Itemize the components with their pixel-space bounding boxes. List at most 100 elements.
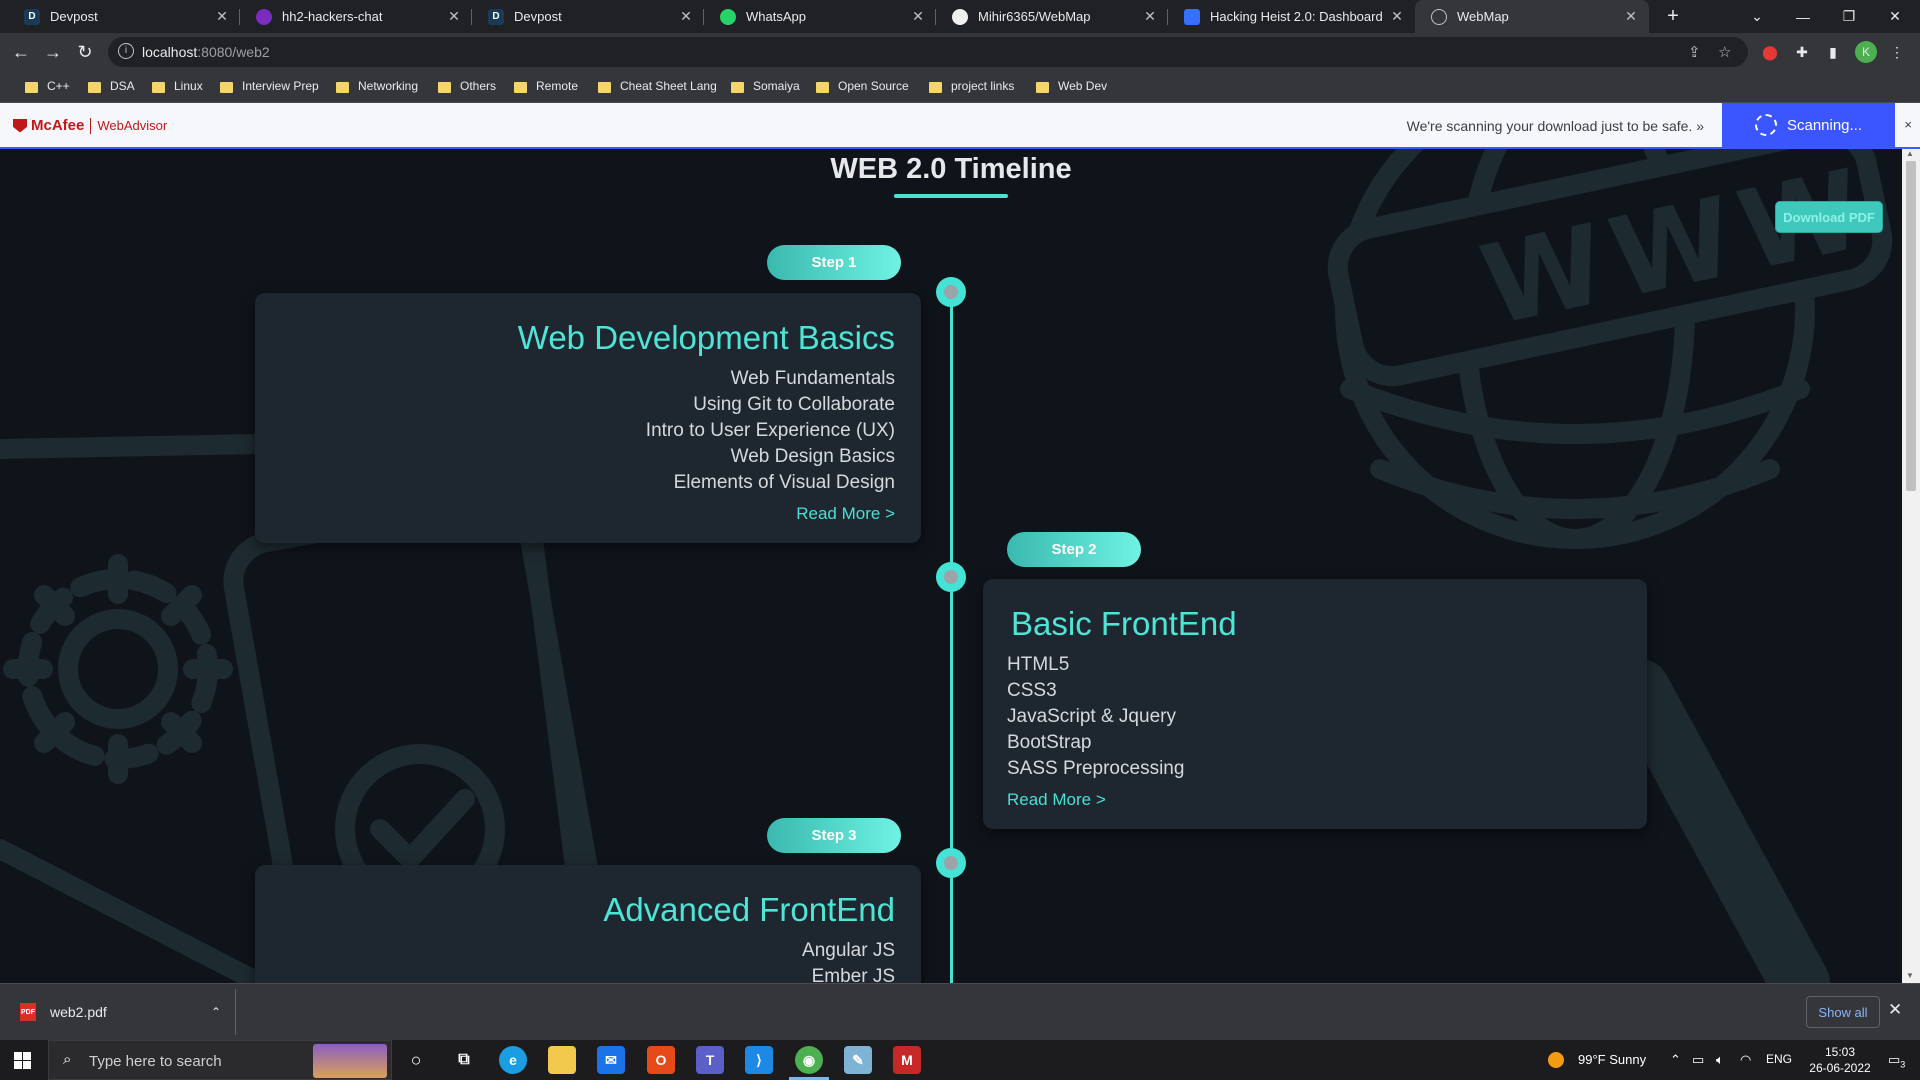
close-mcafee-bar-icon[interactable]: × [1904,117,1912,132]
bookmark-others[interactable]: Others [438,79,496,93]
close-tab-icon[interactable]: ✕ [906,8,930,25]
bookmark-cheat-sheet-lang[interactable]: Cheat Sheet Lang [598,79,717,93]
restore-icon[interactable]: ❐ [1826,0,1872,33]
tab-label: WebMap [1457,9,1509,24]
close-window-icon[interactable]: ✕ [1872,0,1918,33]
page-scrollbar[interactable]: ▲ ▼ [1902,149,1920,983]
bookmark-web-dev[interactable]: Web Dev [1036,79,1107,93]
bookmark-somaiya[interactable]: Somaiya [731,79,800,93]
close-tab-icon[interactable]: ✕ [674,8,698,25]
close-download-shelf-icon[interactable]: ✕ [1888,1000,1902,1020]
folder-icon [816,81,829,93]
tab-github-webmap[interactable]: Mihir6365/WebMap ✕ [936,0,1168,33]
read-more-link[interactable]: Read More > [796,504,895,524]
scan-message-link[interactable]: We're scanning your download just to be … [1407,118,1704,134]
close-tab-icon[interactable]: ✕ [442,8,466,25]
tab-whatsapp[interactable]: WhatsApp ✕ [704,0,936,33]
step-1-pill: Step 1 [767,245,901,280]
tab-hh2-hackers-chat[interactable]: hh2-hackers-chat ✕ [240,0,472,33]
mcafee-extension-icon[interactable]: ⬤ [1759,41,1781,63]
office-icon[interactable]: O [647,1046,675,1074]
clock[interactable]: 15:03 26-06-2022 [1800,1044,1880,1076]
task-view-icon[interactable]: ⧉ [450,1046,478,1074]
close-tab-icon[interactable]: ✕ [210,8,234,25]
step-3-pill: Step 3 [767,818,901,853]
notifications-icon[interactable]: ▭3 [1888,1052,1905,1070]
pdf-file-icon: PDF [20,1003,36,1021]
address-bar[interactable]: i localhost:8080/web2 ⇪ ☆ [108,37,1748,67]
search-highlight-image [313,1044,387,1078]
scroll-down-icon[interactable]: ▼ [1906,971,1914,980]
mcafee-webadvisor-bar: McAfee WebAdvisor We're scanning your do… [0,103,1920,149]
show-hidden-icons-icon[interactable]: ⌃ [1670,1052,1681,1068]
menu-kebab-icon[interactable]: ⋮ [1886,41,1908,63]
scrollbar-thumb[interactable] [1906,161,1916,491]
close-tab-icon[interactable]: ✕ [1385,8,1409,25]
scroll-up-icon[interactable]: ▲ [1906,149,1914,158]
tab-devpost-1[interactable]: D Devpost ✕ [8,0,240,33]
download-item-web2-pdf[interactable]: PDF web2.pdf ⌃ [6,989,236,1035]
cortana-icon[interactable]: ○ [402,1046,430,1074]
list-item: JavaScript & Jquery [1007,706,1176,727]
volume-icon[interactable]: 🔈︎ [1716,1052,1724,1068]
wifi-icon[interactable]: ◠ [1740,1052,1751,1068]
tab-webmap-active[interactable]: WebMap ✕ [1415,0,1649,33]
file-explorer-icon[interactable] [548,1046,576,1074]
site-info-icon[interactable]: i [118,43,134,59]
step-2-pill: Step 2 [1007,532,1141,567]
list-item: Intro to User Experience (UX) [645,420,895,441]
windows-start-icon[interactable] [14,1052,31,1069]
reload-icon[interactable]: ↻ [71,38,99,66]
tab-label: Hacking Heist 2.0: Dashboard | D [1210,9,1385,24]
close-tab-icon[interactable]: ✕ [1619,8,1643,25]
battery-icon[interactable]: ▭ [1692,1052,1704,1068]
vscode-icon[interactable]: ⟩ [745,1046,773,1074]
bookmark-dsa[interactable]: DSA [88,79,135,93]
folder-icon [336,81,349,93]
scanning-status: Scanning... [1722,103,1895,147]
extensions-puzzle-icon[interactable]: ✚ [1791,41,1813,63]
list-item: Ember JS [811,966,895,983]
bookmark-remote[interactable]: Remote [514,79,578,93]
show-all-downloads-button[interactable]: Show all [1806,996,1880,1028]
language-indicator[interactable]: ENG [1766,1052,1792,1066]
download-pdf-button[interactable]: Download PDF [1776,202,1882,232]
minimize-icon[interactable]: — [1780,0,1826,33]
tab-hacking-heist[interactable]: Hacking Heist 2.0: Dashboard | D ✕ [1168,0,1415,33]
profile-avatar[interactable]: K [1855,41,1877,63]
folder-icon [514,81,527,93]
read-more-link[interactable]: Read More > [1007,790,1106,810]
mail-icon[interactable]: ✉ [597,1046,625,1074]
page-title: WEB 2.0 Timeline [830,153,1072,185]
topic-list: Angular JS Ember JS [802,938,895,983]
edge-icon[interactable]: e [499,1046,527,1074]
close-tab-icon[interactable]: ✕ [1138,8,1162,25]
topic-list: Web Fundamentals Using Git to Collaborat… [646,366,895,496]
url-text[interactable]: localhost:8080/web2 [142,44,270,60]
weather-text[interactable]: 99°F Sunny [1578,1052,1646,1067]
share-icon[interactable]: ⇪ [1688,43,1701,61]
tab-label: Devpost [514,9,562,24]
bookmark-project-links[interactable]: project links [929,79,1014,93]
chevron-up-icon[interactable]: ⌃ [211,1005,221,1019]
bookmark-open-source[interactable]: Open Source [816,79,909,93]
step-1-card: Web Development Basics Web Fundamentals … [255,293,921,543]
side-panel-icon[interactable]: ▮ [1822,41,1844,63]
notepad-icon[interactable]: ✎ [844,1046,872,1074]
forward-icon[interactable]: → [39,38,67,66]
bookmark-cpp[interactable]: C++ [25,79,70,93]
bookmark-star-icon[interactable]: ☆ [1718,43,1731,61]
back-icon[interactable]: ← [7,38,35,66]
tab-search-icon[interactable]: ⌄ [1734,0,1780,33]
taskbar-search-box[interactable]: ⌕ Type here to search [48,1040,392,1080]
bookmark-interview-prep[interactable]: Interview Prep [220,79,319,93]
bookmark-linux[interactable]: Linux [152,79,203,93]
teams-icon[interactable]: T [696,1046,724,1074]
folder-icon [929,81,942,93]
bookmark-networking[interactable]: Networking [336,79,418,93]
mcafee-taskbar-icon[interactable]: M [893,1046,921,1074]
new-tab-button[interactable]: + [1650,0,1696,33]
chrome-icon[interactable]: ◉ [795,1046,823,1074]
tab-devpost-2[interactable]: D Devpost ✕ [472,0,704,33]
list-item: Using Git to Collaborate [693,394,895,415]
